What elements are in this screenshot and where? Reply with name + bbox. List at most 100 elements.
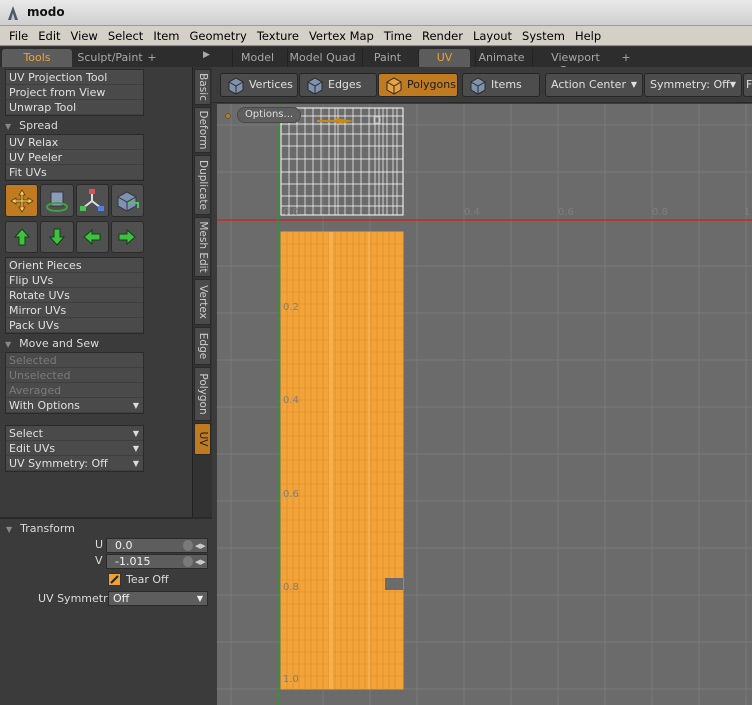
edges-mode-button[interactable]: Edges	[299, 73, 377, 97]
menu-select[interactable]: Select	[103, 29, 148, 43]
move-up-button[interactable]	[5, 221, 39, 253]
arrow-left-icon	[83, 228, 101, 246]
chevron-down-icon: ▼	[132, 459, 139, 468]
sew-averaged-button[interactable]: Averaged	[6, 383, 143, 398]
tick-label-u-0: 0.0	[283, 207, 299, 218]
chevron-down-icon: ▼	[729, 80, 736, 89]
sew-selected-button[interactable]: Selected	[6, 353, 143, 368]
arrow-right-icon	[118, 228, 137, 246]
tab-animate[interactable]: Animate	[475, 49, 527, 67]
layout-tab-strip: Model Model Quad Paint UV Animate Viewpo…	[212, 47, 752, 77]
edit-uvs-dropdown[interactable]: Edit UVs ▼	[6, 441, 143, 456]
menu-vertex-map[interactable]: Vertex Map	[304, 29, 379, 43]
fit-uvs-button[interactable]: Fit UVs	[6, 165, 143, 180]
move-tool-button[interactable]	[5, 184, 39, 217]
menu-system[interactable]: System	[517, 29, 570, 43]
side-tab-vertex-label: Vertex	[196, 285, 209, 319]
move-right-button[interactable]	[110, 221, 144, 253]
polygons-mode-button[interactable]: Polygons	[378, 73, 458, 97]
menu-view[interactable]: View	[66, 29, 103, 43]
side-tab-edge[interactable]: Edge	[194, 327, 211, 365]
menu-time[interactable]: Time	[379, 29, 417, 43]
v-value-field[interactable]: -1.015 ◀▶	[106, 554, 208, 569]
add-tab-button[interactable]: +	[146, 49, 158, 67]
u-value-field[interactable]: 0.0 ◀▶	[106, 538, 208, 553]
uv-relax-button[interactable]: UV Relax	[6, 135, 143, 150]
transform-tool-button[interactable]	[110, 184, 144, 217]
uv-symmetry-select[interactable]: Off ▼	[108, 591, 208, 606]
menu-help[interactable]: Help	[570, 29, 606, 43]
transform-header[interactable]: ▼ Transform	[6, 522, 75, 535]
tab-tools[interactable]: Tools	[2, 49, 72, 67]
scale-tool-icon	[80, 188, 105, 211]
arrows-icon[interactable]: ◀▶	[195, 556, 206, 567]
menu-edit[interactable]: Edit	[33, 29, 65, 43]
side-tab-polygon-label: Polygon	[196, 373, 209, 415]
move-left-button[interactable]	[75, 221, 109, 253]
tick-label-v-04: 0.4	[283, 395, 299, 406]
vertices-mode-button[interactable]: Vertices	[220, 73, 298, 97]
menu-texture[interactable]: Texture	[252, 29, 304, 43]
side-tab-deform[interactable]: Deform	[194, 107, 211, 153]
spinner-icon[interactable]	[183, 540, 193, 551]
side-tab-duplicate[interactable]: Duplicate	[194, 155, 211, 215]
move-and-sew-section-header[interactable]: ▼ Move and Sew	[5, 337, 144, 350]
uv-peeler-button[interactable]: UV Peeler	[6, 150, 143, 165]
action-center-dropdown[interactable]: Action Center ▼	[545, 73, 643, 97]
tick-label-u-06: 0.6	[558, 207, 574, 218]
tab-paint[interactable]: Paint	[362, 49, 412, 67]
mirror-uvs-button[interactable]: Mirror UVs	[6, 303, 143, 318]
unwrap-tool-button[interactable]: Unwrap Tool	[6, 100, 143, 115]
uv-grid-canvas[interactable]: 0.0 0.4 0.6 0.8 1 0.2 0.4 0.6 0.8 1.0	[217, 104, 752, 705]
uv-symmetry-dropdown[interactable]: UV Symmetry: Off ▼	[6, 456, 143, 471]
with-options-dropdown[interactable]: With Options ▼	[6, 398, 143, 413]
menu-item[interactable]: Item	[148, 29, 184, 43]
arrows-icon[interactable]: ◀▶	[195, 540, 206, 551]
chevron-down-icon: ▼	[132, 444, 139, 453]
uv-viewport[interactable]: 0.0 0.4 0.6 0.8 1 0.2 0.4 0.6 0.8 1.0 Op…	[217, 104, 752, 705]
flip-uvs-button[interactable]: Flip UVs	[6, 273, 143, 288]
tick-label-u-08: 0.8	[652, 207, 668, 218]
falloff-dropdown[interactable]: F	[743, 73, 752, 97]
viewport-options-button[interactable]: Options...	[237, 107, 301, 123]
tear-off-checkbox[interactable]	[108, 573, 121, 586]
menu-file[interactable]: File	[4, 29, 33, 43]
menu-layout[interactable]: Layout	[468, 29, 517, 43]
rotate-uvs-button[interactable]: Rotate UVs	[6, 288, 143, 303]
orient-pieces-button[interactable]: Orient Pieces	[6, 258, 143, 273]
pack-uvs-button[interactable]: Pack UVs	[6, 318, 143, 333]
side-tab-polygon[interactable]: Polygon	[194, 367, 211, 421]
tab-sculpt-paint[interactable]: Sculpt/Paint	[74, 49, 146, 67]
tab-model[interactable]: Model	[232, 49, 282, 67]
move-down-button[interactable]	[40, 221, 74, 253]
scale-tool-button[interactable]	[75, 184, 109, 217]
polygons-cube-icon	[386, 77, 402, 95]
side-tab-vertex[interactable]: Vertex	[194, 279, 211, 325]
menu-geometry[interactable]: Geometry	[185, 29, 252, 43]
select-dropdown[interactable]: Select ▼	[6, 426, 143, 441]
side-tab-basic[interactable]: Basic	[194, 69, 211, 105]
side-tab-uv[interactable]: UV	[194, 423, 211, 455]
tab-uv[interactable]: UV	[418, 49, 470, 67]
viewport-options-dot-icon[interactable]	[225, 113, 231, 119]
tab-scroll-arrow-icon[interactable]: ▶	[203, 50, 210, 60]
selected-uv-island[interactable]	[280, 231, 404, 690]
window-title: modo	[27, 5, 65, 19]
symmetry-dropdown[interactable]: Symmetry: Off ▼	[644, 73, 742, 97]
rotate-tool-button[interactable]	[40, 184, 74, 217]
add-layout-tab-button[interactable]: +	[620, 49, 632, 67]
menu-render[interactable]: Render	[417, 29, 468, 43]
uv-projection-tool-button[interactable]: UV Projection Tool	[6, 70, 143, 85]
toolbox-panel: UV Projection Tool Project from View Unw…	[0, 67, 192, 517]
sew-unselected-button[interactable]: Unselected	[6, 368, 143, 383]
tab-viewport-group[interactable]: Viewport Group	[532, 49, 618, 77]
tab-model-quad[interactable]: Model Quad	[287, 49, 357, 67]
spinner-icon[interactable]	[183, 556, 193, 567]
side-tab-mesh-edit-label: Mesh Edit	[196, 221, 209, 273]
project-from-view-button[interactable]: Project from View	[6, 85, 143, 100]
spread-section-header[interactable]: ▼ Spread	[5, 119, 144, 132]
unselected-uv-island[interactable]	[280, 107, 404, 216]
side-tab-mesh-edit[interactable]: Mesh Edit	[194, 217, 211, 277]
side-tab-edge-label: Edge	[196, 332, 209, 360]
items-mode-button[interactable]: Items	[462, 73, 540, 97]
